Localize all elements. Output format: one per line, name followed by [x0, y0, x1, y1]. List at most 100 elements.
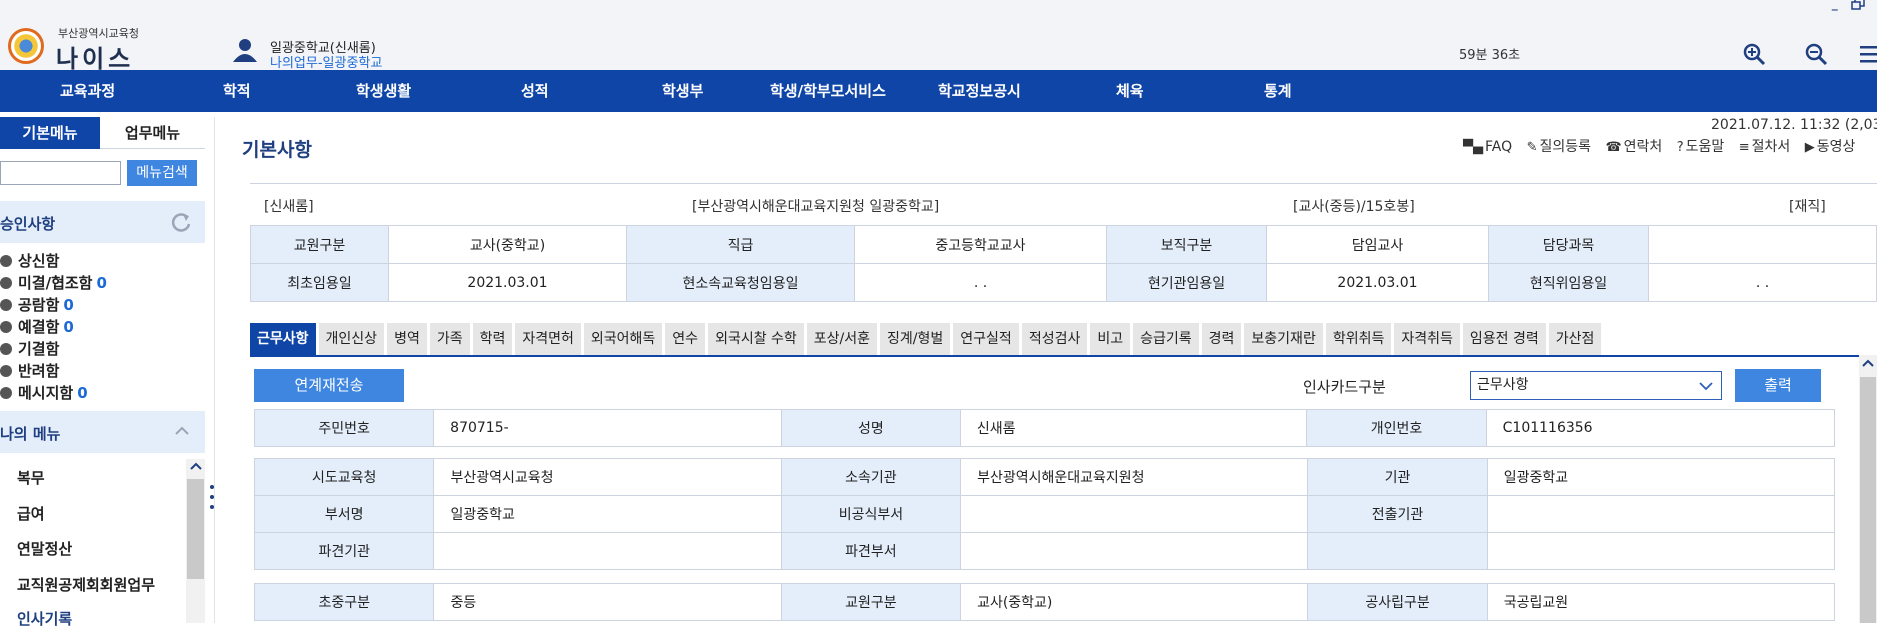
circle-bullet-icon — [0, 321, 12, 333]
tab-foreign-language[interactable]: 외국어해독 — [583, 323, 663, 355]
tab-awards[interactable]: 포상/서훈 — [806, 323, 878, 355]
minimize-button[interactable]: – — [1831, 0, 1839, 18]
tab-training[interactable]: 연수 — [665, 323, 706, 355]
approval-item-scheduled[interactable]: 예결함 0 — [0, 316, 74, 337]
user-work-link[interactable]: 나의업무-일광중학교 — [270, 52, 382, 71]
mymenu-title: 나의 메뉴 — [0, 425, 61, 443]
tab-research[interactable]: 연구실적 — [953, 323, 1019, 355]
chevron-up-icon[interactable] — [190, 461, 202, 473]
approval-item-completed[interactable]: 기결함 — [0, 338, 63, 359]
summary-value: . . — [854, 263, 1107, 302]
faq-link[interactable]: ▀▄ FAQ — [1463, 139, 1512, 155]
help-link[interactable]: ? 도움말 — [1677, 136, 1725, 156]
summary-label: 현직위임용일 — [1488, 263, 1649, 302]
summary-value — [1648, 225, 1877, 264]
nav-student-record[interactable]: 학생부 — [662, 70, 703, 112]
help-icon: ? — [1676, 140, 1684, 155]
tab-overseas-study[interactable]: 외국시찰 수학 — [708, 323, 804, 355]
circle-bullet-icon — [0, 277, 12, 289]
detail-label: 개인번호 — [1306, 409, 1487, 447]
summary-label: 보직구분 — [1106, 225, 1267, 264]
tab-aptitude[interactable]: 적성검사 — [1021, 323, 1088, 355]
page-title: 기본사항 — [242, 139, 312, 161]
tab-discipline[interactable]: 징계/형벌 — [880, 323, 951, 355]
sidebar-scrollbar-thumb[interactable] — [187, 479, 204, 579]
mymenu-item-salary[interactable]: 급여 — [17, 503, 45, 524]
tab-family[interactable]: 가족 — [429, 323, 470, 355]
menu-search-input[interactable] — [0, 161, 121, 185]
tab-bonus-points[interactable]: 가산점 — [1548, 323, 1602, 355]
nav-student-life[interactable]: 학생생활 — [356, 70, 411, 112]
resize-handle-icon[interactable] — [209, 483, 215, 513]
zoom-out-icon[interactable] — [1804, 42, 1828, 66]
tab-military[interactable]: 병역 — [387, 323, 427, 355]
left-sidebar: 기본메뉴 업무메뉴 메뉴검색 승인사항 상신함 미결/협조함 0 공람함 0 예결함… — [0, 117, 205, 628]
approval-item-rejected[interactable]: 반려함 — [0, 360, 63, 381]
tab-pre-appointment-career[interactable]: 임용전 경력 — [1462, 323, 1546, 355]
tab-supplement[interactable]: 보충기재란 — [1244, 323, 1323, 355]
summary-value: 교사(중학교) — [388, 225, 627, 264]
approval-item-messages[interactable]: 메시지함 0 — [0, 382, 88, 403]
summary-label: 현소속교육청임용일 — [626, 263, 855, 302]
tab-work-history[interactable]: 근무사항 — [250, 323, 316, 355]
tab-qualification[interactable]: 자격취득 — [1394, 323, 1460, 355]
procedure-icon: ≡ — [1738, 140, 1750, 155]
tab-remarks[interactable]: 비고 — [1090, 323, 1131, 355]
detail-label: 시도교육청 — [253, 458, 435, 496]
video-link[interactable]: ▶ 동영상 — [1805, 136, 1856, 156]
tab-basic-menu[interactable]: 기본메뉴 — [0, 117, 100, 149]
procedure-link[interactable]: ≡ 절차서 — [1739, 136, 1791, 156]
table-row: 주민번호 870715- 성명 신새롬 개인번호 C101116356 — [253, 409, 1836, 447]
chevron-up-icon[interactable] — [174, 423, 190, 439]
main-scrollbar-thumb[interactable] — [1860, 377, 1876, 623]
detail-value — [1486, 532, 1836, 570]
approval-item-circulation[interactable]: 공람함 0 — [0, 294, 74, 315]
app-logo[interactable]: 나이스 — [56, 39, 134, 74]
refresh-icon[interactable] — [170, 211, 192, 233]
nav-student-parent-service[interactable]: 학생/학부모서비스 — [770, 70, 886, 112]
menu-search-button[interactable]: 메뉴검색 — [127, 160, 197, 186]
tab-career[interactable]: 경력 — [1201, 323, 1242, 355]
detail-value: 신새롬 — [959, 409, 1308, 447]
summary-name: [신새롬] — [264, 199, 314, 215]
approval-item-pending[interactable]: 미결/협조함 0 — [0, 272, 107, 293]
mymenu-item-attendance[interactable]: 복무 — [17, 467, 45, 488]
summary-value: 중고등학교교사 — [854, 225, 1107, 264]
tab-work-menu[interactable]: 업무메뉴 — [100, 117, 205, 149]
pencil-icon: ✎ — [1526, 140, 1538, 155]
print-button[interactable]: 출력 — [1735, 369, 1821, 402]
detail-label: 비공식부서 — [780, 495, 962, 533]
card-type-select[interactable]: 근무사항 — [1470, 371, 1722, 400]
tab-promotion[interactable]: 승급기록 — [1133, 323, 1199, 355]
tab-personal-info[interactable]: 개인신상 — [318, 323, 385, 355]
mymenu-item-year-end-tax[interactable]: 연말정산 — [17, 538, 72, 559]
sidebar-scrollbar[interactable] — [186, 459, 205, 623]
question-register-link[interactable]: ✎ 질의등록 — [1527, 136, 1591, 156]
nav-physical-education[interactable]: 체육 — [1116, 70, 1144, 112]
chevron-up-icon[interactable] — [1862, 358, 1874, 370]
video-icon: ▶ — [1804, 140, 1815, 155]
tab-degree[interactable]: 학위취득 — [1325, 323, 1392, 355]
nav-school-register[interactable]: 학적 — [223, 70, 251, 112]
nav-school-info-disclosure[interactable]: 학교정보공시 — [938, 70, 1021, 112]
tab-education[interactable]: 학력 — [472, 323, 513, 355]
phone-icon: ☎ — [1605, 140, 1622, 155]
nav-grades[interactable]: 성적 — [521, 70, 549, 112]
nav-statistics[interactable]: 통계 — [1264, 70, 1292, 112]
contacts-link[interactable]: ☎ 연락처 — [1605, 136, 1662, 156]
card-type-selected: 근무사항 — [1477, 377, 1529, 393]
mymenu-item-personnel-record[interactable]: 인사기록 — [17, 608, 72, 629]
nav-curriculum[interactable]: 교육과정 — [60, 70, 115, 112]
mymenu-item-mutual-aid[interactable]: 교직원공제회회원업무 — [17, 574, 155, 595]
approval-item-submitted[interactable]: 상신함 — [0, 250, 63, 271]
resend-button[interactable]: 연계재전송 — [254, 369, 404, 402]
main-scrollbar[interactable] — [1859, 355, 1877, 623]
hamburger-menu-icon[interactable] — [1858, 44, 1877, 64]
tabs-underline — [250, 355, 1877, 357]
zoom-in-icon[interactable] — [1742, 42, 1766, 66]
top-navigation: 교육과정 학적 학생생활 성적 학생부 학생/학부모서비스 학교정보공시 체육 … — [0, 70, 1877, 112]
person-detail-table: 주민번호 870715- 성명 신새롬 개인번호 C101116356 — [253, 409, 1836, 447]
help-toolbar: ▀▄ FAQ ✎ 질의등록 ☎ 연락처 ? 도움말 ≡ 절차서 ▶ 동영상 — [1463, 136, 1865, 156]
restore-window-icon[interactable] — [1851, 0, 1865, 10]
tab-licenses[interactable]: 자격면허 — [515, 323, 581, 355]
